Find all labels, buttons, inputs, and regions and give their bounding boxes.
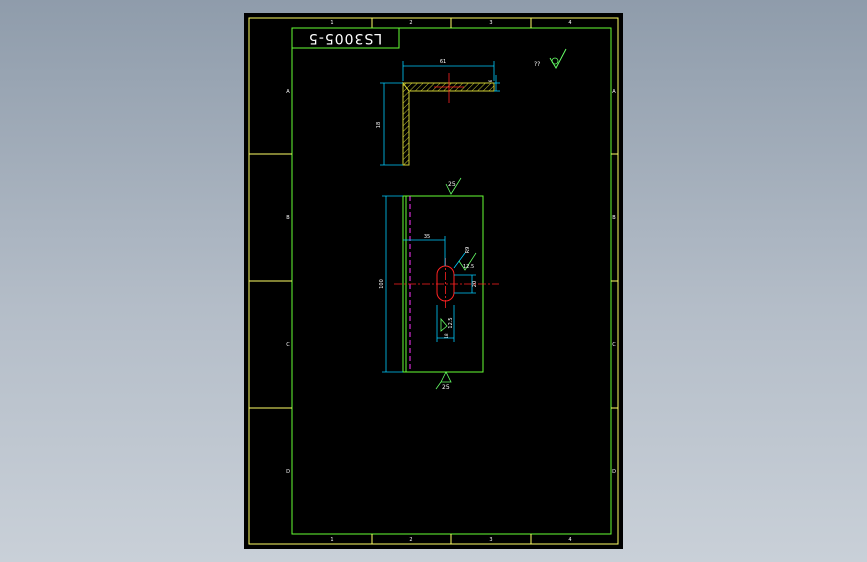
zone-col-label-bottom: 4 xyxy=(568,537,571,543)
zone-col-label-bottom: 3 xyxy=(489,537,492,543)
drawing-sheet: 1 2 3 4 1 2 3 4 A B C D A B C D LS3005-5 xyxy=(244,13,623,549)
general-roughness-symbol: ?? xyxy=(534,48,567,70)
zone-row-label-right: A xyxy=(612,89,616,95)
roughness-value-slot-bottom: 12.5 xyxy=(448,317,454,328)
zone-col-label-top: 1 xyxy=(330,20,333,26)
zone-row-label-left: A xyxy=(286,89,290,95)
zone-col-label-top: 2 xyxy=(409,20,412,26)
title-block: LS3005-5 xyxy=(291,27,400,49)
roughness-symbol-top-edge: 25 xyxy=(445,177,462,195)
zone-grid xyxy=(249,18,618,544)
roughness-value-slot-top: 12.5 xyxy=(463,264,474,270)
angle-dim-height: 18 xyxy=(376,122,382,128)
slot-dim-radius: R9 xyxy=(465,247,471,254)
drawing-frame xyxy=(291,27,612,535)
zone-row-label-left: B xyxy=(286,215,290,221)
roughness-value-bottom-edge: 25 xyxy=(442,384,450,391)
zone-row-label-left: D xyxy=(286,469,290,475)
zone-col-label-bottom: 2 xyxy=(409,537,412,543)
plate-dim-offset: 35 xyxy=(424,234,430,240)
plate-view: 100 35 R9 20 18 12.5 12.5 25 25 xyxy=(379,177,499,391)
angle-section-view: 61 18 6 xyxy=(376,59,500,166)
general-roughness-label: ?? xyxy=(534,61,540,68)
zone-col-label-top: 3 xyxy=(489,20,492,26)
angle-vertical-leg xyxy=(402,81,410,166)
cad-viewport[interactable]: 1 2 3 4 1 2 3 4 A B C D A B C D LS3005-5 xyxy=(0,0,867,562)
drawing-canvas: 1 2 3 4 1 2 3 4 A B C D A B C D LS3005-5 xyxy=(248,17,619,545)
zone-col-label-bottom: 1 xyxy=(330,537,333,543)
zone-row-label-right: B xyxy=(612,215,616,221)
zone-row-label-right: C xyxy=(612,342,616,348)
zone-row-label-left: C xyxy=(286,342,290,348)
slot-dim-depth: 18 xyxy=(444,333,449,339)
slot-dim-width: 20 xyxy=(472,281,478,287)
roughness-symbol-bottom-edge: 25 xyxy=(435,371,452,391)
plate-dim-height: 100 xyxy=(379,279,385,289)
angle-dim-thickness: 6 xyxy=(488,79,493,82)
zone-col-label-top: 4 xyxy=(568,20,571,26)
roughness-value-top-edge: 25 xyxy=(448,181,456,188)
zone-row-label-right: D xyxy=(612,469,616,475)
title-block-text: LS3005-5 xyxy=(308,30,382,46)
sheet-border xyxy=(248,17,619,545)
roughness-symbol-slot-bottom: 12.5 xyxy=(440,317,454,332)
angle-dim-width: 61 xyxy=(440,59,446,65)
roughness-symbol-slot-top: 12.5 xyxy=(458,252,477,271)
